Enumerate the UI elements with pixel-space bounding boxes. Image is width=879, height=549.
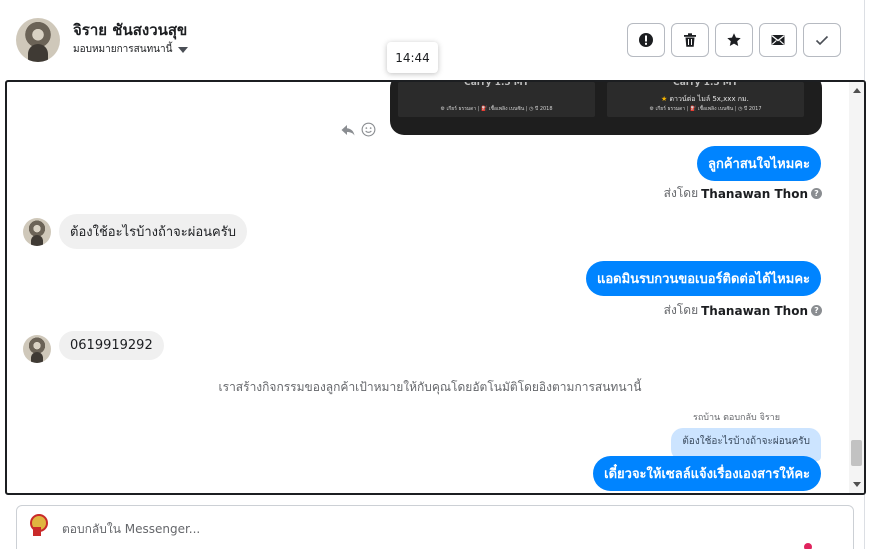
envelope-icon xyxy=(771,35,785,45)
help-icon[interactable]: ? xyxy=(811,305,822,316)
timestamp-tooltip: 14:44 xyxy=(387,42,438,73)
message-bubble-outgoing[interactable]: แอดมินรบกวนขอเบอร์ติดต่อได้ไหมคะ xyxy=(585,261,821,296)
star-button[interactable] xyxy=(715,23,753,57)
delete-button[interactable] xyxy=(671,23,709,57)
message-bubble-incoming[interactable]: 0619919292 xyxy=(59,331,164,360)
product-promo: ★ ดาวน์ต่อ ไมล์ 5x,xxx กม. xyxy=(661,94,749,105)
scrollbar-thumb[interactable] xyxy=(851,440,862,466)
notification-dot-icon xyxy=(804,543,812,549)
sent-by-label: ส่งโดย Thanawan Thon ? xyxy=(664,301,822,320)
reply-icon[interactable] xyxy=(340,122,356,138)
exclamation-circle-icon xyxy=(639,33,653,47)
product-promo-text: ดาวน์ต่อ ไมล์ 5x,xxx กม. xyxy=(669,95,749,103)
product-carousel[interactable]: Carry 1.5 MT ⚙ เกียร์ ธรรมดา | ⛽ เชื้อเพ… xyxy=(390,82,822,135)
trash-icon xyxy=(684,33,696,47)
assign-label: มอบหมายการสนทนานี้ xyxy=(73,44,173,55)
help-icon[interactable]: ? xyxy=(811,188,822,199)
sent-by-prefix: ส่งโดย xyxy=(663,303,699,317)
product-specs: ⚙ เกียร์ ธรรมดา | ⛽ เชื้อเพลิง เบนซิน | … xyxy=(649,106,762,112)
product-card[interactable]: Carry 1.5 MT ⚙ เกียร์ ธรรมดา | ⛽ เชื้อเพ… xyxy=(398,82,595,117)
sent-by-prefix: ส่งโดย xyxy=(663,186,699,200)
star-icon xyxy=(727,33,741,46)
contact-name[interactable]: จิราย ชันสงวนสุข xyxy=(73,18,187,42)
caret-down-icon xyxy=(178,46,189,53)
system-note: เราสร้างกิจกรรมของลูกค้าเป้าหมายให้กับคุ… xyxy=(218,380,642,394)
check-icon xyxy=(815,35,829,46)
product-specs: ⚙ เกียร์ ธรรมดา | ⛽ เชื้อเพลิง เบนซิน | … xyxy=(440,106,553,112)
contact-avatar-small xyxy=(23,218,51,246)
contact-avatar[interactable] xyxy=(16,18,60,62)
message-bubble-incoming[interactable]: ต้องใช้อะไรบ้างถ้าจะผ่อนครับ xyxy=(59,214,247,249)
reply-context-label: รถบ้าน ตอบกลับ จิราย xyxy=(693,413,780,423)
message-thread[interactable]: Carry 1.5 MT ⚙ เกียร์ ธรรมดา | ⛽ เชื้อเพ… xyxy=(5,80,866,495)
mark-done-button[interactable] xyxy=(803,23,841,57)
product-title: Carry 1.5 MT xyxy=(464,80,529,88)
report-button[interactable] xyxy=(627,23,665,57)
scroll-down-arrow-icon[interactable] xyxy=(853,482,861,487)
scrollbar[interactable] xyxy=(849,82,864,493)
react-smile-icon[interactable] xyxy=(361,122,376,137)
contact-avatar-small xyxy=(23,335,51,363)
assign-conversation-dropdown[interactable]: มอบหมายการสนทนานี้ xyxy=(73,42,189,57)
messenger-conversation-window: จิราย ชันสงวนสุข มอบหมายการสนทนานี้ 14:4… xyxy=(0,0,879,549)
sent-by-label: ส่งโดย Thanawan Thon ? xyxy=(664,184,822,203)
page-avatar xyxy=(25,513,49,537)
scroll-up-arrow-icon[interactable] xyxy=(853,88,861,93)
product-card[interactable]: Carry 1.5 MT ★ ดาวน์ต่อ ไมล์ 5x,xxx กม. … xyxy=(607,82,804,117)
conversation-actions xyxy=(627,23,841,57)
sender-name: Thanawan Thon xyxy=(701,303,808,318)
reply-composer[interactable]: ตอบกลับใน Messenger... xyxy=(16,505,854,549)
message-bubble-outgoing[interactable]: ลูกค้าสนใจไหมคะ xyxy=(697,146,821,181)
sender-name: Thanawan Thon xyxy=(701,186,808,201)
product-title: Carry 1.5 MT xyxy=(673,80,738,88)
reply-input-placeholder[interactable]: ตอบกลับใน Messenger... xyxy=(62,520,200,539)
star-icon: ★ xyxy=(661,95,668,103)
mark-unread-button[interactable] xyxy=(759,23,797,57)
message-bubble-outgoing[interactable]: เดี๋ยวจะให้เซลล์แจ้งเรื่องเองสารให้คะ xyxy=(593,456,821,491)
